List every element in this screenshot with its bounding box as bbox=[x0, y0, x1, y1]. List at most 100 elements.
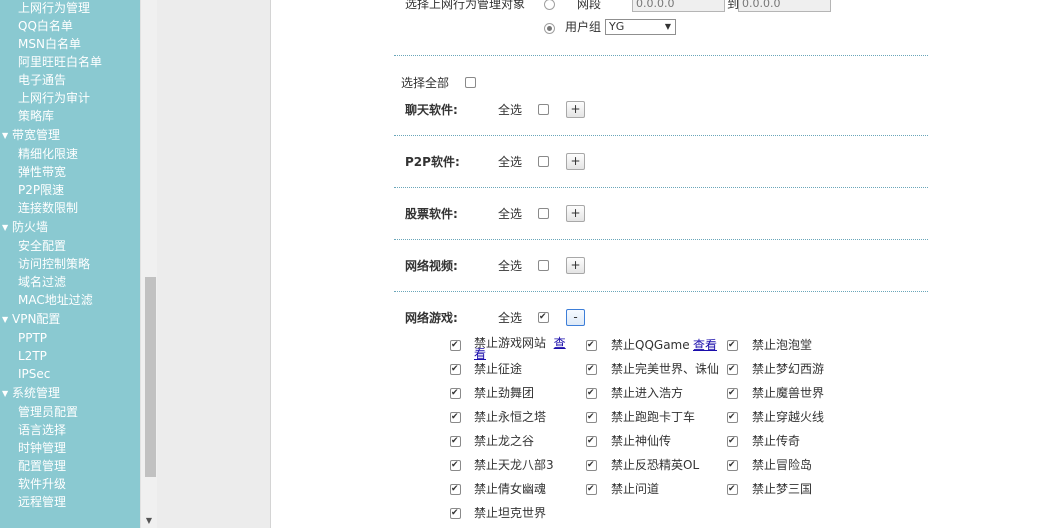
sidebar-item[interactable]: MSN白名单 bbox=[0, 35, 140, 53]
sidebar-item[interactable]: 远程管理 bbox=[0, 493, 140, 511]
game-checkbox[interactable] bbox=[586, 458, 597, 472]
group-select[interactable]: YG ▼ bbox=[605, 19, 676, 35]
game-checkbox[interactable] bbox=[450, 362, 461, 376]
game-checkbox[interactable] bbox=[450, 386, 461, 400]
sidebar-item-label: 配置管理 bbox=[18, 459, 67, 473]
category-checkbox[interactable] bbox=[538, 260, 549, 271]
game-checkbox[interactable] bbox=[586, 482, 597, 496]
sidebar-item[interactable]: 阿里旺旺白名单 bbox=[0, 53, 140, 71]
game-checkbox[interactable] bbox=[586, 434, 597, 448]
sidebar-item-label: MAC地址过滤 bbox=[18, 293, 93, 307]
game-checkbox[interactable] bbox=[727, 386, 738, 400]
scroll-down-arrow-icon[interactable]: ▼ bbox=[141, 514, 157, 528]
sidebar-item[interactable]: L2TP bbox=[0, 347, 140, 365]
sidebar-item[interactable]: 安全配置 bbox=[0, 237, 140, 255]
view-link-wrapped[interactable]: 禁止游戏网站 查看 bbox=[474, 337, 570, 360]
sidebar-group[interactable]: ▼ VPN配置 bbox=[0, 309, 140, 329]
sidebar-item[interactable]: QQ白名单 bbox=[0, 17, 140, 35]
segment-to-input[interactable]: 0.0.0.0 bbox=[738, 0, 831, 12]
sidebar-item[interactable]: 策略库 bbox=[0, 107, 140, 125]
segment-from-input[interactable]: 0.0.0.0 bbox=[632, 0, 725, 12]
sidebar-item-label: 带宽管理 bbox=[12, 128, 61, 142]
sidebar-item[interactable]: PPTP bbox=[0, 329, 140, 347]
game-checkbox[interactable] bbox=[727, 434, 738, 448]
segment-radio[interactable] bbox=[544, 0, 555, 10]
category-checkbox[interactable] bbox=[538, 310, 549, 324]
sidebar-item-label: IPSec bbox=[18, 367, 51, 381]
game-checkbox[interactable] bbox=[586, 410, 597, 424]
collapse-button[interactable]: - bbox=[566, 309, 585, 326]
expand-button[interactable]: + bbox=[566, 205, 585, 222]
sidebar-item-label: 系统管理 bbox=[12, 386, 61, 400]
category-checkbox[interactable] bbox=[538, 208, 549, 219]
triangle-down-icon: ▼ bbox=[2, 223, 9, 232]
sidebar-group[interactable]: ▼ 系统管理 bbox=[0, 383, 140, 403]
sidebar-item[interactable]: P2P限速 bbox=[0, 181, 140, 199]
category-checkbox[interactable] bbox=[538, 156, 549, 167]
game-label: 禁止QQGame bbox=[611, 338, 690, 352]
expand-button[interactable]: + bbox=[566, 257, 585, 274]
game-label: 禁止坦克世界 bbox=[474, 506, 547, 520]
game-checkbox[interactable] bbox=[586, 386, 597, 400]
category-select-all-label: 全选 bbox=[498, 259, 523, 273]
sidebar-group[interactable]: ▼ 带宽管理 bbox=[0, 125, 140, 145]
sidebar-item[interactable]: 管理员配置 bbox=[0, 403, 140, 421]
sidebar-item[interactable]: 时钟管理 bbox=[0, 439, 140, 457]
sidebar-item[interactable]: 域名过滤 bbox=[0, 273, 140, 291]
game-checkbox[interactable] bbox=[586, 362, 597, 376]
game-checkbox[interactable] bbox=[727, 338, 738, 352]
game-checkbox[interactable] bbox=[450, 410, 461, 424]
sidebar-item[interactable]: 精细化限速 bbox=[0, 145, 140, 163]
triangle-down-icon: ▼ bbox=[2, 131, 9, 140]
sidebar-item-label: 弹性带宽 bbox=[18, 165, 67, 179]
sidebar-item[interactable]: 上网行为管理 bbox=[0, 0, 140, 17]
sidebar-item[interactable]: 访问控制策略 bbox=[0, 255, 140, 273]
game-checkbox[interactable] bbox=[450, 458, 461, 472]
game-checkbox[interactable] bbox=[727, 410, 738, 424]
category-checkbox[interactable] bbox=[538, 104, 549, 115]
expand-button[interactable]: + bbox=[566, 153, 585, 170]
category-label: 股票软件: bbox=[405, 207, 458, 221]
game-checkbox[interactable] bbox=[450, 338, 461, 352]
sidebar-item-label: 阿里旺旺白名单 bbox=[18, 55, 103, 69]
sidebar-menu: 上网行为管理 QQ白名单 MSN白名单 阿里旺旺白名单 电子通告 上网行为审计 策略库 ▼ 带宽… bbox=[0, 0, 140, 511]
game-checkbox[interactable] bbox=[450, 506, 461, 520]
sidebar-item[interactable]: 语言选择 bbox=[0, 421, 140, 439]
category-label: 网络视频: bbox=[405, 259, 458, 273]
sidebar-item-label: 访问控制策略 bbox=[18, 257, 91, 271]
scrollbar-thumb[interactable] bbox=[145, 277, 156, 477]
game-checkbox[interactable] bbox=[586, 338, 597, 352]
sidebar-scrollbar[interactable]: ▼ bbox=[140, 0, 157, 528]
view-link[interactable]: 查看 bbox=[693, 338, 717, 352]
triangle-down-icon: ▼ bbox=[2, 315, 9, 324]
game-label: 禁止跑跑卡丁车 bbox=[611, 410, 696, 424]
group-radio[interactable] bbox=[544, 23, 555, 34]
sidebar-group[interactable]: ▼ 防火墙 bbox=[0, 217, 140, 237]
sidebar-item-label: MSN白名单 bbox=[18, 37, 81, 51]
expand-button[interactable]: + bbox=[566, 101, 585, 118]
separator bbox=[394, 135, 928, 136]
game-checkbox[interactable] bbox=[727, 458, 738, 472]
category-select-all-label: 全选 bbox=[498, 155, 523, 169]
game-checkbox[interactable] bbox=[727, 362, 738, 376]
game-label: 禁止梦幻西游 bbox=[752, 362, 825, 376]
sidebar-item-label: 管理员配置 bbox=[18, 405, 79, 419]
game-checkbox[interactable] bbox=[450, 434, 461, 448]
sidebar-item[interactable]: 上网行为审计 bbox=[0, 89, 140, 107]
category-label: 网络游戏: bbox=[405, 311, 458, 325]
game-label: 禁止龙之谷 bbox=[474, 434, 535, 448]
target-label: 选择上网行为管理对象 bbox=[405, 0, 526, 11]
sidebar-item-label: QQ白名单 bbox=[18, 19, 73, 33]
sidebar-item[interactable]: 软件升级 bbox=[0, 475, 140, 493]
sidebar-item[interactable]: IPSec bbox=[0, 365, 140, 383]
select-all-checkbox[interactable] bbox=[465, 77, 476, 88]
sidebar-item[interactable]: MAC地址过滤 bbox=[0, 291, 140, 309]
game-label: 禁止进入浩方 bbox=[611, 386, 684, 400]
sidebar-item[interactable]: 弹性带宽 bbox=[0, 163, 140, 181]
game-checkbox[interactable] bbox=[727, 482, 738, 496]
sidebar-item-label: 精细化限速 bbox=[18, 147, 79, 161]
game-checkbox[interactable] bbox=[450, 482, 461, 496]
sidebar-item[interactable]: 电子通告 bbox=[0, 71, 140, 89]
sidebar-item[interactable]: 配置管理 bbox=[0, 457, 140, 475]
sidebar-item[interactable]: 连接数限制 bbox=[0, 199, 140, 217]
